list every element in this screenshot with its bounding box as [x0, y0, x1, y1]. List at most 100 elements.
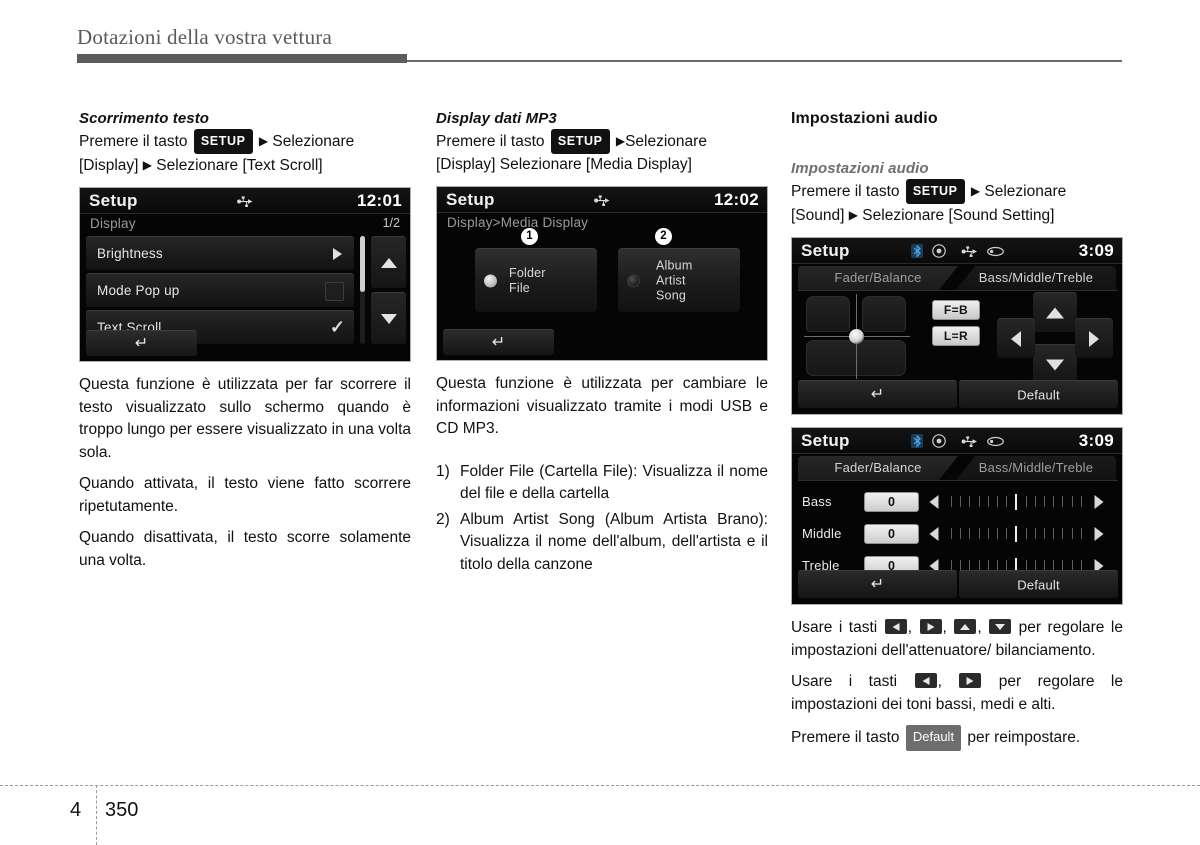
tab-bass-middle-treble[interactable]: Bass/Middle/Treble	[956, 266, 1116, 290]
default-badge[interactable]: Default	[905, 725, 962, 751]
fader-balance-pad[interactable]	[804, 294, 910, 379]
scrollbar-thumb[interactable]	[360, 236, 365, 292]
back-button[interactable]: ↵	[443, 329, 554, 355]
tone-slider[interactable]	[951, 493, 1082, 510]
status-icon-group	[237, 193, 254, 209]
col3-subtitle: Impostazioni audio	[791, 160, 929, 177]
back-arrow-icon: ↵	[870, 575, 885, 593]
back-button[interactable]: ↵	[86, 330, 197, 356]
col1-lead-line2a: [Display]	[79, 157, 139, 174]
col2-lead-pre: Premere il tasto	[436, 133, 545, 150]
col1-body: Questa funzione è utilizzata per far sco…	[79, 374, 411, 572]
tone-value: 0	[864, 491, 919, 512]
list-marker: 1)	[436, 462, 450, 480]
list-item[interactable]: Brightness	[86, 236, 354, 270]
up-arrow-icon	[954, 619, 977, 634]
radio-selected-icon[interactable]	[484, 274, 497, 287]
screenshot-bass-middle-treble: Setup 3:09 Fader/Balance Bass/Middle/Tre…	[791, 427, 1123, 605]
back-button[interactable]: ↵	[798, 380, 957, 408]
tone-slider[interactable]	[951, 525, 1082, 542]
seat-front-left	[806, 296, 850, 332]
bottom-bar: ↵ Default	[798, 380, 1118, 408]
scroll-down-button[interactable]	[371, 292, 406, 344]
tab-bar: Fader/Balance Bass/Middle/Treble	[798, 266, 1118, 290]
scrollbar-track[interactable]	[360, 236, 365, 344]
screen-breadcrumb: Display>Media Display	[447, 215, 589, 230]
lr-button[interactable]: L=R	[932, 326, 980, 346]
callout-number-2: 2	[655, 228, 672, 245]
tone-decrease-button[interactable]	[919, 490, 949, 514]
col1-lead: Premere il tasto SETUP ▶ Selezionare [Di…	[79, 129, 411, 177]
disc-icon	[932, 244, 946, 258]
dpad-down-button[interactable]	[1033, 344, 1077, 384]
right-arrow-icon	[919, 619, 942, 634]
tab-fader-balance[interactable]: Fader/Balance	[798, 456, 958, 480]
tab-bass-middle-treble[interactable]: Bass/Middle/Treble	[956, 456, 1116, 480]
status-bar: Setup 3:09	[792, 428, 1122, 454]
tone-increase-button[interactable]	[1084, 490, 1114, 514]
col3-p3-pre: Premere il tasto	[791, 729, 900, 746]
col3-lead: Premere il tasto SETUP ▶ Selezionare [So…	[791, 179, 1123, 227]
up-arrow-icon	[1046, 307, 1064, 318]
status-bar: Setup 3:09	[792, 238, 1122, 264]
tone-slider-handle	[1015, 493, 1018, 510]
tab-fader-balance[interactable]: Fader/Balance	[798, 266, 958, 290]
setup-badge[interactable]: SETUP	[905, 179, 965, 204]
option-folder-file[interactable]: Folder File	[475, 248, 597, 312]
dpad-left-button[interactable]	[997, 318, 1035, 358]
tone-decrease-button[interactable]	[919, 522, 949, 546]
back-arrow-icon: ↵	[491, 333, 506, 351]
option-album-artist-song[interactable]: Album Artist Song	[618, 248, 740, 312]
status-icon-group	[594, 192, 611, 208]
aux-icon	[987, 246, 1004, 256]
back-button[interactable]: ↵	[798, 570, 957, 598]
seat-front-right	[862, 296, 906, 332]
default-button[interactable]: Default	[959, 570, 1118, 598]
fader-position-handle[interactable]	[849, 329, 864, 344]
callout-number-1: 1	[521, 228, 538, 245]
usb-icon	[594, 194, 610, 206]
scroll-up-button[interactable]	[371, 236, 406, 288]
right-arrow-icon	[1089, 330, 1099, 347]
setup-badge[interactable]: SETUP	[193, 129, 253, 154]
back-arrow-icon: ↵	[870, 385, 885, 403]
col3-title: Impostazioni audio	[791, 110, 938, 127]
screen-clock: 3:09	[1078, 241, 1114, 260]
dpad-right-button[interactable]	[1075, 318, 1113, 358]
status-icon-group	[911, 433, 1004, 449]
list-marker: 2)	[436, 510, 450, 528]
default-button-label: Default	[1017, 577, 1060, 592]
tone-label: Bass	[802, 494, 832, 509]
col3-paragraph-2: Usare i tasti , per regolare le impostaz…	[791, 673, 1123, 713]
col3-lead-after: Selezionare	[984, 183, 1067, 200]
default-button[interactable]: Default	[959, 380, 1118, 408]
col1-paragraph: Questa funzione è utilizzata per far sco…	[79, 376, 411, 461]
col1-lead-pre: Premere il tasto	[79, 133, 188, 150]
screen-clock: 12:02	[714, 190, 759, 209]
usb-icon	[237, 195, 253, 207]
screen-title: Setup	[89, 191, 138, 210]
col2-lead: Premere il tasto SETUP ▶Selezionare [Dis…	[436, 129, 768, 176]
left-arrow-icon	[929, 526, 939, 541]
setup-badge[interactable]: SETUP	[550, 129, 610, 154]
col3-lead-line2b: Selezionare [Sound Setting]	[862, 207, 1055, 224]
col3-paragraph-1: Usare i tasti , , , per regolare le impo…	[791, 619, 1123, 659]
chapter-number: 4	[70, 799, 82, 821]
radio-unselected-icon[interactable]	[627, 274, 640, 287]
option-line: Song	[656, 288, 686, 302]
dpad-up-button[interactable]	[1033, 292, 1077, 332]
tone-value: 0	[864, 523, 919, 544]
tone-increase-button[interactable]	[1084, 522, 1114, 546]
list-text: Folder File (Cartella File): Visualizza …	[460, 462, 768, 503]
option-label: Album Artist Song	[656, 258, 692, 303]
checkbox-unchecked-icon[interactable]	[325, 282, 344, 301]
list-item[interactable]: Mode Pop up	[86, 273, 354, 307]
status-icon-group	[911, 243, 1004, 259]
status-bar: Setup 12:01	[80, 188, 410, 214]
col2-lead-line2b: Selezionare [Media Display]	[499, 156, 692, 173]
page-number: 350	[105, 799, 139, 821]
fb-button[interactable]: F=B	[932, 300, 980, 320]
default-button-label: Default	[1017, 387, 1060, 402]
tone-label: Middle	[802, 526, 842, 541]
footer-divider-horizontal	[0, 785, 1200, 786]
